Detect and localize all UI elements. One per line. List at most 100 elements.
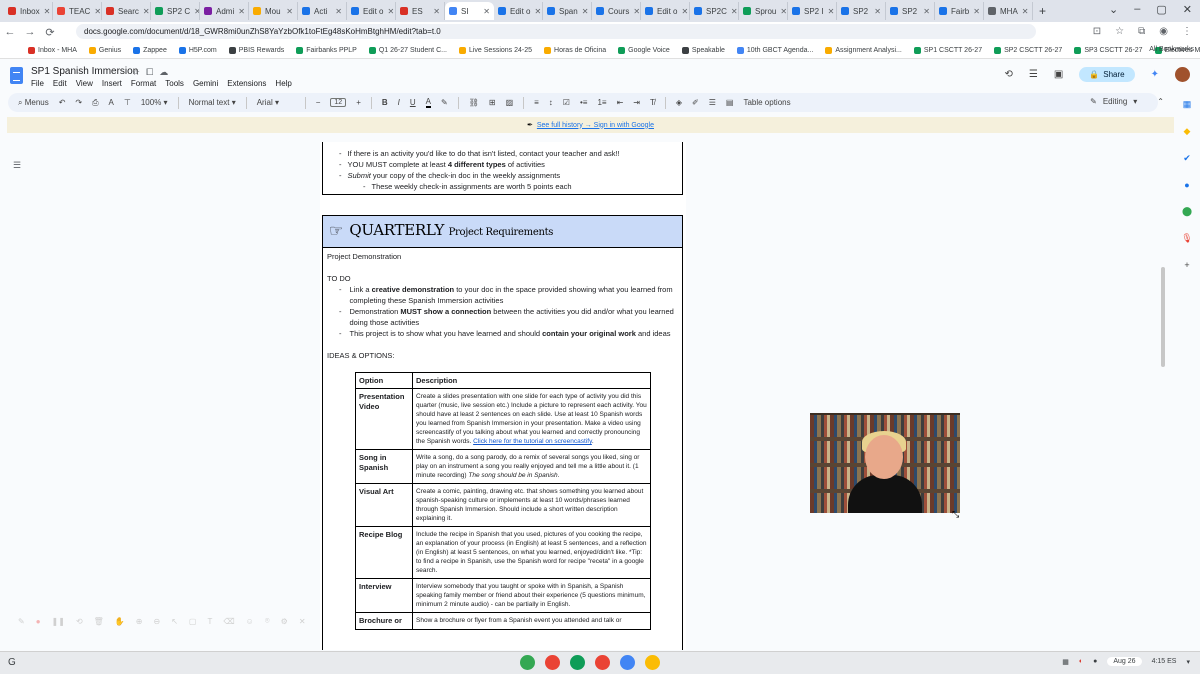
close-icon[interactable]: ✕: [534, 7, 541, 16]
back-icon[interactable]: ←: [0, 26, 20, 38]
bookmark[interactable]: PBIS Rewards: [228, 46, 284, 54]
history-link[interactable]: See full history → Sign in with Google: [537, 122, 654, 129]
zoom-in-icon[interactable]: ⊕: [136, 617, 143, 626]
spellcheck-icon[interactable]: A: [109, 98, 114, 107]
font-select[interactable]: Arial ▾: [257, 98, 295, 107]
record-icon[interactable]: ●: [36, 617, 41, 626]
pointer-icon[interactable]: ↖: [171, 617, 178, 626]
extensions-icon[interactable]: ⧉: [1138, 26, 1145, 37]
history-icon[interactable]: ⟲: [1004, 69, 1012, 80]
numbered-list-icon[interactable]: 1≡: [597, 98, 606, 107]
browser-tab[interactable]: TEAC ✕: [53, 2, 102, 20]
browser-tab[interactable]: Edit o ✕: [347, 2, 396, 20]
install-icon[interactable]: ⊡: [1093, 26, 1101, 37]
browser-tab[interactable]: SI ✕: [445, 2, 494, 20]
record-status-icon[interactable]: ◐: [1079, 658, 1083, 665]
taskbar-app-icon[interactable]: [645, 655, 660, 670]
close-icon[interactable]: ✕: [780, 7, 787, 16]
image-icon[interactable]: ▨: [506, 98, 514, 107]
outline-icon[interactable]: ☰: [13, 160, 21, 171]
more-icon[interactable]: ⋮: [1182, 26, 1192, 37]
bookmark[interactable]: Genius: [88, 46, 121, 54]
bullet-list-icon[interactable]: •≡: [580, 98, 587, 107]
cell-fill-icon[interactable]: ◈: [676, 98, 682, 107]
bookmark[interactable]: H5P.com: [178, 46, 217, 54]
style-select[interactable]: Normal text ▾: [189, 98, 236, 107]
scrollbar[interactable]: [1161, 267, 1165, 367]
gemini-icon[interactable]: ✦: [1151, 69, 1159, 80]
emoji-icon[interactable]: ☺: [246, 617, 254, 626]
window-control[interactable]: –: [1134, 3, 1140, 16]
contacts-icon[interactable]: ●: [1184, 180, 1189, 190]
menu-item[interactable]: Tools: [165, 79, 184, 88]
bookmark[interactable]: SP3 CSCTT 26-27: [1074, 46, 1143, 54]
browser-tab[interactable]: Acti ✕: [298, 2, 347, 20]
tasks-icon[interactable]: ✔: [1183, 153, 1191, 164]
star-icon[interactable]: ☆: [1115, 26, 1124, 37]
close-icon[interactable]: ✕: [299, 617, 306, 626]
browser-tab[interactable]: Inbox ✕: [4, 2, 53, 20]
taskbar-app-icon[interactable]: [570, 655, 585, 670]
new-tab-button[interactable]: +: [1039, 4, 1046, 18]
bookmark[interactable]: Zappee: [133, 46, 167, 54]
document-canvas[interactable]: ☰ - If there is an activity you'd like to…: [0, 142, 1165, 650]
bookmark[interactable]: Horas de Oficina: [544, 46, 606, 54]
close-icon[interactable]: ✕: [483, 7, 490, 16]
doc-title[interactable]: SP1 Spanish Immersion: [31, 66, 138, 77]
border-dash-icon[interactable]: ▤: [726, 98, 734, 107]
text-color-icon[interactable]: A: [425, 97, 431, 108]
bookmark[interactable]: SP2 CSCTT 26-27: [994, 46, 1062, 54]
doc-page[interactable]: - If there is an activity you'd like to d…: [320, 142, 686, 650]
eraser-icon[interactable]: ⌫: [223, 617, 234, 626]
star-icon[interactable]: ☆: [132, 67, 140, 78]
move-icon[interactable]: ⧠: [146, 67, 153, 78]
align-icon[interactable]: ≡: [534, 98, 539, 107]
close-icon[interactable]: ✕: [1022, 7, 1029, 16]
browser-tab[interactable]: Span ✕: [543, 2, 592, 20]
close-icon[interactable]: ✕: [874, 7, 881, 16]
profile-icon[interactable]: ◉: [1159, 26, 1168, 37]
close-icon[interactable]: ✕: [335, 7, 342, 16]
window-control[interactable]: ✕: [1183, 3, 1192, 16]
undo-icon[interactable]: ↶: [59, 98, 66, 107]
tray-icon[interactable]: ▦: [1062, 658, 1069, 666]
menu-item[interactable]: Help: [275, 79, 291, 88]
browser-tab[interactable]: Searc ✕: [102, 2, 151, 20]
date-label[interactable]: Aug 26: [1107, 657, 1142, 666]
browser-tab[interactable]: SP2 I ✕: [788, 2, 837, 20]
link-icon[interactable]: ⛓: [469, 98, 479, 107]
close-icon[interactable]: ✕: [633, 7, 640, 16]
clear-format-icon[interactable]: T̸: [650, 98, 655, 107]
menu-item[interactable]: Gemini: [193, 79, 218, 88]
comment-add-icon[interactable]: ⊞: [489, 98, 496, 107]
cloud-icon[interactable]: ☁: [159, 67, 168, 78]
collapse-icon[interactable]: ⌃: [1157, 97, 1164, 106]
browser-tab[interactable]: Edit o ✕: [641, 2, 690, 20]
delete-icon[interactable]: 🗑: [94, 617, 104, 626]
close-icon[interactable]: ✕: [433, 7, 440, 16]
close-icon[interactable]: ✕: [387, 7, 394, 16]
paint-format-icon[interactable]: ⊤: [124, 98, 131, 107]
window-control[interactable]: ⌄: [1109, 3, 1118, 16]
border-width-icon[interactable]: ☰: [709, 98, 716, 107]
font-size-input[interactable]: 12: [330, 98, 347, 107]
menus-button[interactable]: ⌕ Menus: [18, 98, 49, 108]
meet-icon[interactable]: ▣: [1054, 69, 1063, 80]
maps-icon[interactable]: ⬤: [1182, 206, 1192, 217]
close-icon[interactable]: ✕: [681, 7, 688, 16]
browser-tab[interactable]: SP2C ✕: [690, 2, 739, 20]
close-icon[interactable]: ✕: [286, 7, 293, 16]
table-options-button[interactable]: Table options: [743, 98, 790, 107]
bookmark[interactable]: Fairbanks PPLP: [296, 46, 357, 54]
taskbar-app-icon[interactable]: [595, 655, 610, 670]
add-icon[interactable]: +: [1184, 260, 1189, 270]
settings-icon[interactable]: ⚙: [281, 617, 288, 626]
browser-tab[interactable]: Fairb ✕: [935, 2, 984, 20]
indent-increase-icon[interactable]: ⇥: [633, 98, 640, 107]
pen-icon[interactable]: ✎: [18, 617, 25, 626]
italic-icon[interactable]: I: [398, 98, 400, 107]
zoom-select[interactable]: 100% ▾: [141, 98, 168, 107]
zoom-out-icon[interactable]: ⊖: [153, 617, 160, 626]
restart-icon[interactable]: ⟲: [76, 617, 83, 626]
line-spacing-icon[interactable]: ↕: [549, 98, 553, 107]
